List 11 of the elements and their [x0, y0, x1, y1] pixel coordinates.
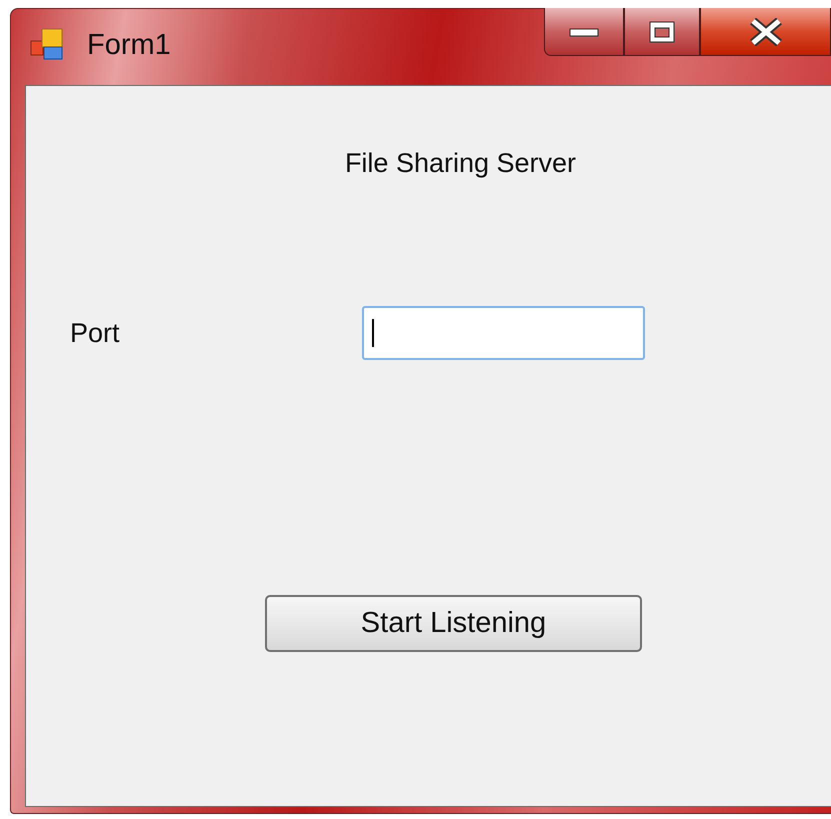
minimize-icon: [569, 26, 599, 38]
maximize-icon: [648, 20, 676, 44]
port-label: Port: [70, 318, 121, 348]
port-field[interactable]: [362, 306, 645, 360]
form-heading: File Sharing Server: [344, 147, 578, 180]
maximize-button[interactable]: [624, 8, 700, 56]
start-listening-button[interactable]: Start Listening: [265, 595, 642, 652]
close-button[interactable]: [700, 8, 831, 56]
minimize-button[interactable]: [544, 8, 624, 56]
close-icon: [748, 18, 782, 46]
window-title: Form1: [87, 28, 171, 63]
